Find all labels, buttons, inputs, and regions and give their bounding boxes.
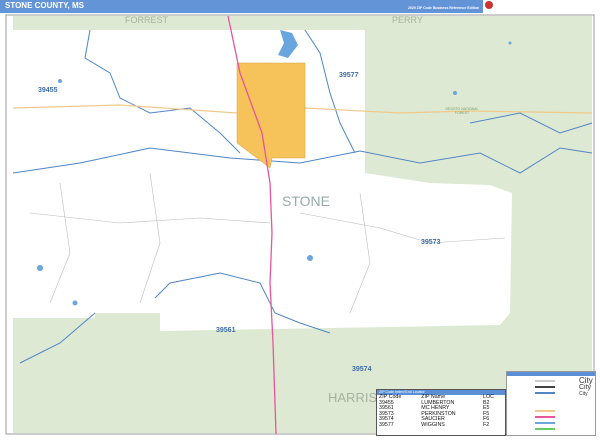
legend-swatch-state-hwy bbox=[535, 410, 555, 412]
zip-label-39573: 39573 bbox=[421, 239, 441, 246]
county-label-forrest: FORREST bbox=[125, 15, 169, 25]
legend-swatch-toll bbox=[535, 428, 555, 430]
header-bar: STONE COUNTY, MS 2020 ZIP Code Business … bbox=[0, 0, 600, 13]
zip-locator-table: ZIP Code Index/Grid Locator ZIP Code ZIP… bbox=[376, 389, 506, 436]
forest-label: DESOTO NATIONAL FOREST bbox=[445, 107, 479, 115]
cell: F2 bbox=[483, 421, 490, 428]
zip-label-39561: 39561 bbox=[216, 327, 236, 334]
legend-swatch-state bbox=[535, 386, 555, 388]
legend-city-small: City bbox=[579, 391, 588, 397]
legend-city-medium: City bbox=[579, 384, 592, 391]
zip-label-39455: 39455 bbox=[38, 87, 58, 94]
zip-label-39574: 39574 bbox=[352, 366, 372, 373]
legend-swatch-interstate bbox=[535, 422, 555, 424]
forest-top bbox=[13, 16, 592, 30]
legend-swatch-us-hwy bbox=[535, 416, 555, 418]
table-row: 39577 WIGGINS F2 bbox=[377, 421, 505, 429]
logo-icon bbox=[485, 1, 493, 9]
legend-swatch-zip bbox=[535, 392, 555, 394]
map-title: STONE COUNTY, MS bbox=[5, 1, 84, 10]
cell: WIGGINS bbox=[421, 421, 445, 428]
edition-label: 2020 ZIP Code Business Reference Edition bbox=[408, 6, 480, 10]
logo bbox=[483, 0, 600, 13]
cell: 39577 bbox=[379, 421, 394, 428]
zip-label-39577: 39577 bbox=[339, 72, 359, 79]
map-legend: City City City bbox=[506, 371, 596, 436]
legend-swatch-county bbox=[535, 380, 555, 382]
county-label-perry: PERRY bbox=[392, 15, 423, 25]
county-label-stone: STONE bbox=[282, 193, 330, 209]
